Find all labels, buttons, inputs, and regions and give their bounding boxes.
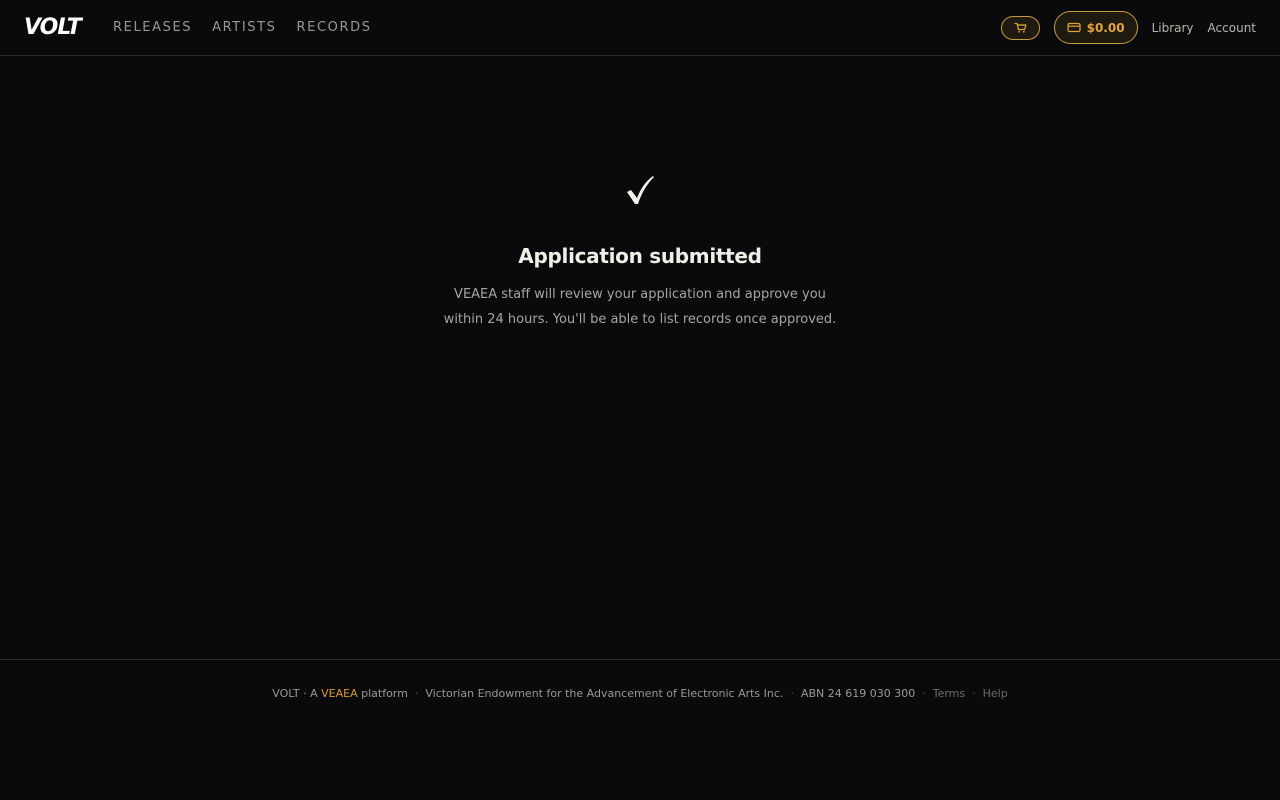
account-link[interactable]: Account — [1208, 21, 1256, 35]
message-line-1: VEAEA staff will review your application… — [454, 287, 826, 302]
logo-text: VOLT — [24, 15, 82, 40]
wallet-amount: $0.00 — [1086, 20, 1125, 35]
nav-records[interactable]: RECORDS — [297, 20, 372, 35]
wallet-balance-button[interactable]: $0.00 — [1053, 11, 1138, 44]
top-bar: VOLT RELEASES ARTISTS RECORDS $0.00 Libr… — [0, 0, 1280, 56]
footer-terms-link[interactable]: Terms — [933, 687, 965, 700]
footer-info: VOLT · A VEAEA platform · Victorian Endowm… — [0, 687, 1280, 700]
library-link[interactable]: Library — [1152, 21, 1194, 35]
nav-releases[interactable]: RELEASES — [113, 20, 192, 35]
footer-separator: · — [414, 687, 419, 700]
footer-separator: · — [922, 687, 926, 700]
footer-help-link[interactable]: Help — [983, 687, 1008, 700]
footer-separator: · — [790, 687, 794, 700]
message-line-2: within 24 hours. You'll be able to list … — [443, 312, 837, 327]
cart-icon — [1014, 22, 1027, 33]
footer-separator: · — [972, 687, 976, 700]
main-content: Application submitted VEAEA staff will r… — [0, 56, 1280, 659]
success-check — [620, 170, 660, 210]
footer-org-name: Victorian Endowment for the Advancement … — [425, 687, 784, 700]
footer-veaea-link[interactable]: VEAEA — [321, 687, 357, 700]
cart-button[interactable] — [1000, 15, 1040, 40]
volt-logo[interactable]: VOLT — [24, 15, 82, 40]
nav-artists[interactable]: ARTISTS — [212, 20, 276, 35]
footer-abn: ABN 24 619 030 300 — [800, 687, 916, 700]
checkmark-icon — [627, 176, 654, 204]
header-actions: $0.00 Library Account — [1000, 0, 1256, 55]
footer-brand: VOLT · A — [272, 687, 322, 700]
main-nav: RELEASES ARTISTS RECORDS — [113, 0, 372, 55]
site-footer: VOLT · A VEAEA platform · Victorian Endowm… — [0, 659, 1280, 800]
page-title: Application submitted — [518, 244, 762, 268]
account-links: Library Account — [1152, 21, 1256, 35]
footer-platform: platform — [357, 687, 408, 700]
confirmation-message: VEAEA staff will review your application… — [440, 282, 840, 332]
wallet-icon — [1067, 22, 1081, 33]
